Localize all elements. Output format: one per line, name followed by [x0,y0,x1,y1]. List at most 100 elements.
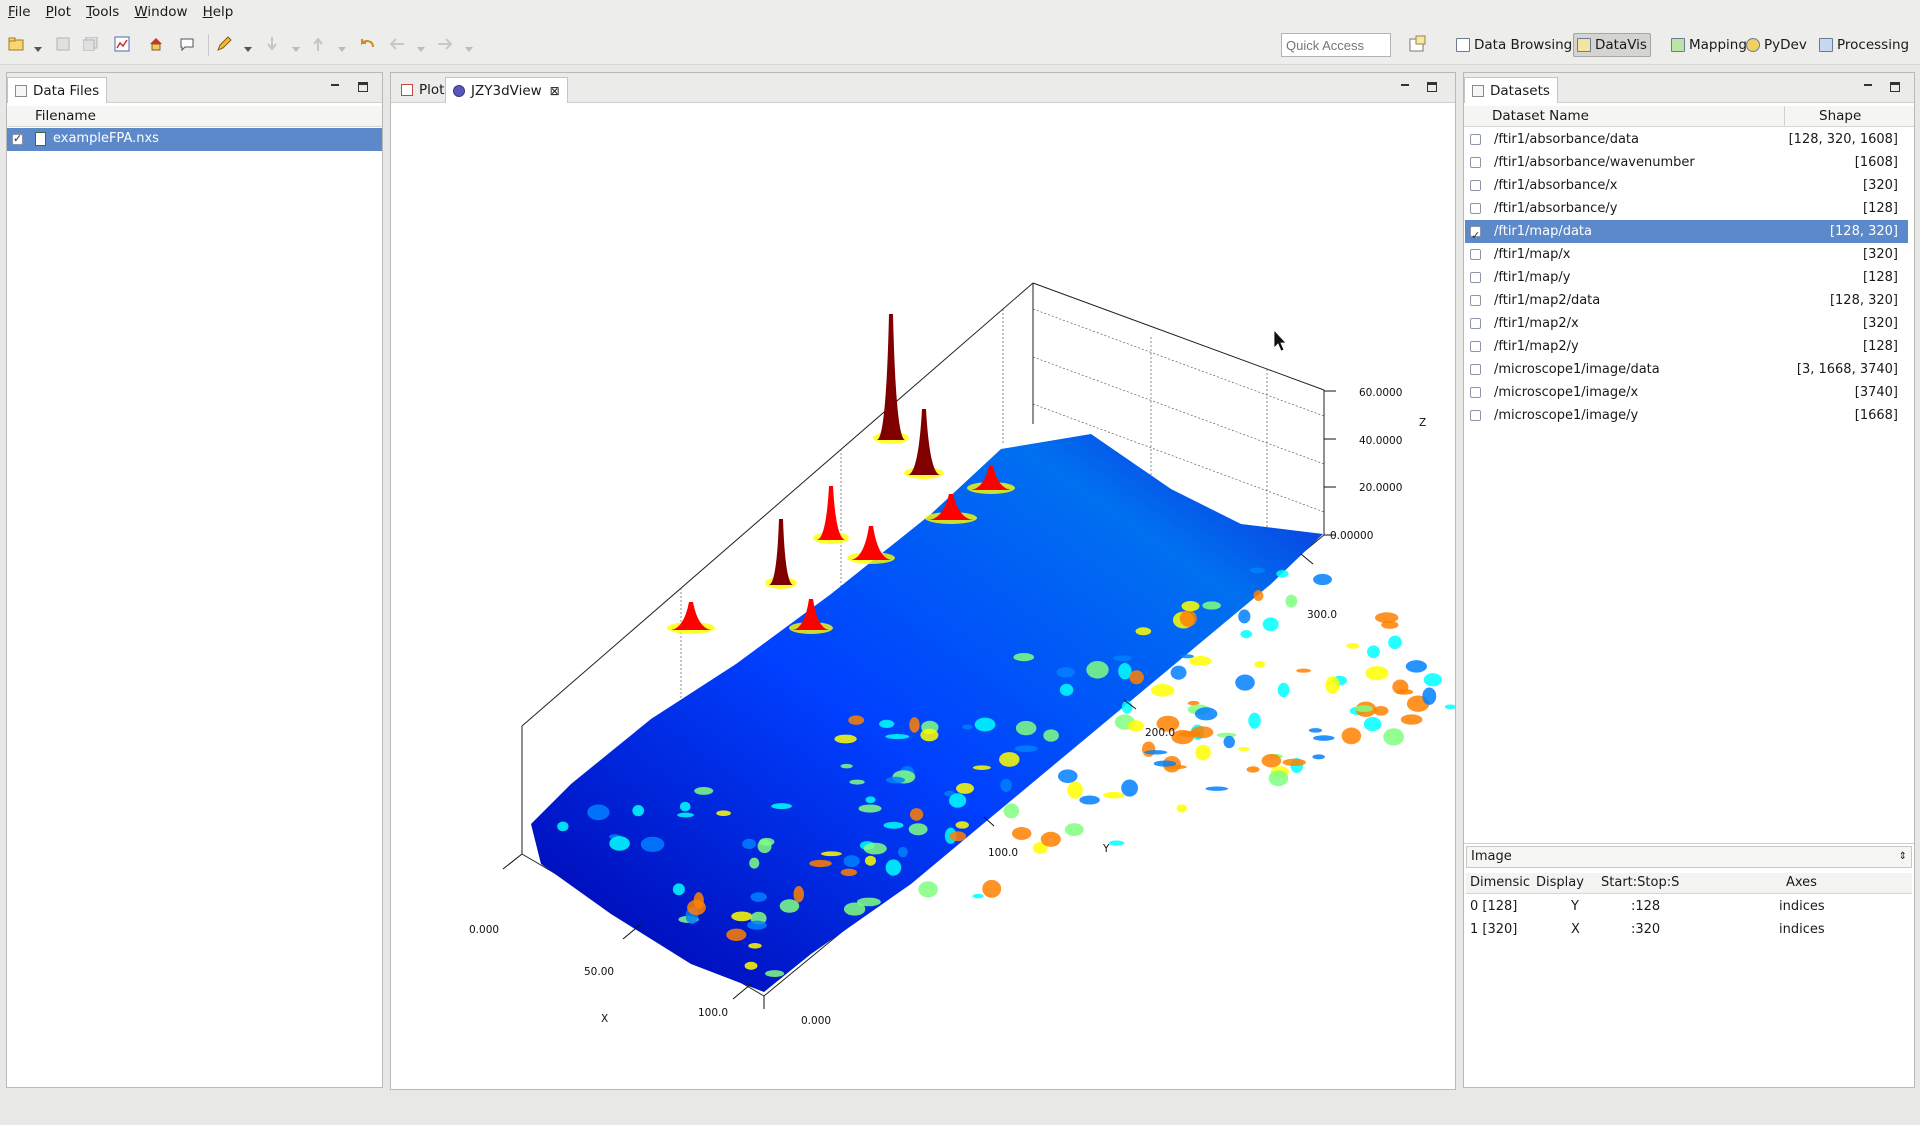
dataset-row[interactable]: /ftir1/absorbance/data [128, 320, 1608] [1465,128,1908,151]
slice-row[interactable]: 0 [128] Y :128 indices [1466,895,1912,918]
perspective-label: Processing [1837,37,1910,53]
chevron-down-icon [292,41,300,52]
maximize-icon[interactable] [1427,82,1437,92]
slice-range[interactable]: :320 [1631,918,1660,941]
dataset-checkbox[interactable] [1470,134,1481,145]
dataset-row[interactable]: /ftir1/absorbance/x [320] [1465,174,1908,197]
menu-file[interactable]: File [3,1,36,24]
surface-bump [843,855,860,868]
dataset-row[interactable]: /ftir1/map/x [320] [1465,243,1908,266]
dataset-row[interactable]: /microscope1/image/y [1668] [1465,404,1908,427]
menu-tools[interactable]: Tools [81,1,124,24]
dataset-shape: [128] [1863,270,1898,285]
close-icon[interactable]: ⊠ [550,84,560,98]
surface-peak [769,519,793,585]
dataset-checkbox[interactable] [1470,364,1481,375]
slice-mode-select[interactable]: Image ⇕ [1466,846,1912,868]
surface-bump [1112,655,1132,662]
dataset-row[interactable]: /ftir1/absorbance/y [128] [1465,197,1908,220]
perspective-data-browsing[interactable]: Data Browsing [1453,33,1575,57]
dataset-row[interactable]: /ftir1/map2/data [128, 320] [1465,289,1908,312]
filename-column-header[interactable]: Filename [7,106,382,127]
dataset-checkbox[interactable] [1470,249,1481,260]
slice-range[interactable]: :128 [1631,895,1660,918]
slice-axes[interactable]: indices [1779,918,1825,941]
chevron-down-icon[interactable] [244,41,252,52]
pen-icon[interactable] [214,34,234,54]
slice-row[interactable]: 1 [320] X :320 indices [1466,918,1912,941]
file-checkbox[interactable] [12,132,23,145]
axes-column[interactable]: Axes [1786,873,1817,893]
surface-bump [1238,747,1250,752]
minimize-icon[interactable] [1399,81,1411,93]
tab-plot[interactable]: Plot [394,77,451,103]
menu-plot[interactable]: Plot [41,1,76,24]
slice-display[interactable]: X [1571,918,1580,941]
display-column[interactable]: Display [1536,873,1584,893]
dataset-row[interactable]: /microscope1/image/data [3, 1668, 3740] [1465,358,1908,381]
surface-bump [821,851,842,857]
dataset-checkbox[interactable] [1470,410,1481,421]
dataset-name-column[interactable]: Dataset Name [1492,106,1589,126]
last-edit-icon[interactable] [357,34,377,54]
slice-display[interactable]: Y [1571,895,1579,918]
z-tick-label: 20.0000 [1359,482,1402,494]
surface-bump [779,899,800,913]
surface-bump [1313,735,1335,741]
tab-data-files[interactable]: Data Files [7,77,108,103]
dataset-checkbox[interactable] [1470,295,1481,306]
chevron-down-icon[interactable] [34,41,42,52]
minimize-icon[interactable] [329,81,341,93]
dataset-checkbox[interactable] [1470,272,1481,283]
dataset-checkbox[interactable] [1470,318,1481,329]
dataset-checkbox[interactable] [1470,387,1481,398]
surface-bump [1205,786,1229,791]
open-perspective-icon[interactable] [1408,34,1430,56]
surface-bump [1383,728,1405,746]
slice-dimension: 0 [128] [1470,899,1518,914]
dataset-row[interactable]: /microscope1/image/x [3740] [1465,381,1908,404]
perspective-label: Mapping [1689,37,1747,53]
shape-column[interactable]: Shape [1819,106,1861,126]
dimension-column[interactable]: Dimensic [1470,873,1530,893]
home-icon[interactable] [146,34,166,54]
perspective-processing[interactable]: Processing [1816,33,1912,57]
annotation-icon[interactable] [177,34,197,54]
maximize-icon[interactable] [1890,82,1900,92]
surface-bump [1176,804,1188,813]
dataset-row[interactable]: /ftir1/map2/x [320] [1465,312,1908,335]
range-column[interactable]: Start:Stop:S [1601,873,1679,893]
dataset-row[interactable]: /ftir1/map/y [128] [1465,266,1908,289]
surface-bump [1202,601,1221,610]
tick-mark [1300,553,1314,565]
slice-axes[interactable]: indices [1779,895,1825,918]
surface-bump [672,883,685,896]
dataset-checkbox[interactable] [1470,341,1481,352]
menu-help[interactable]: Help [198,1,239,24]
tab-datasets[interactable]: Datasets [1464,77,1558,103]
quick-access-input[interactable] [1281,33,1391,57]
surface-bump [1141,741,1156,757]
surface-bump [1254,660,1266,668]
dataset-checkbox[interactable] [1470,157,1481,168]
dataset-checkbox[interactable] [1470,224,1481,247]
surface-bump [956,782,974,794]
chart-icon[interactable] [112,34,132,54]
file-row[interactable]: exampleFPA.nxs [7,128,382,151]
tab-jzy3dview[interactable]: JZY3dView ⊠ [445,77,568,103]
dataset-checkbox[interactable] [1470,203,1481,214]
new-icon[interactable] [6,34,26,54]
perspective-pydev[interactable]: PyDev [1743,33,1810,57]
perspective-mapping[interactable]: Mapping [1668,33,1750,57]
slice-table-header: Dimensic Display Start:Stop:S Axes [1466,873,1912,894]
menu-window[interactable]: Window [129,1,192,24]
dataset-row[interactable]: /ftir1/absorbance/wavenumber [1608] [1465,151,1908,174]
dataset-row[interactable]: /ftir1/map2/y [128] [1465,335,1908,358]
maximize-icon[interactable] [358,82,368,92]
surface-plot-3d[interactable]: 0.000 50.00 100.0 0.000 100.0 200.0 300.… [391,104,1455,1089]
dataset-row[interactable]: /ftir1/map/data [128, 320] [1465,220,1908,247]
surface-bump [974,717,996,732]
perspective-datavis[interactable]: DataVis [1573,33,1651,57]
minimize-icon[interactable] [1862,81,1874,93]
dataset-checkbox[interactable] [1470,180,1481,191]
